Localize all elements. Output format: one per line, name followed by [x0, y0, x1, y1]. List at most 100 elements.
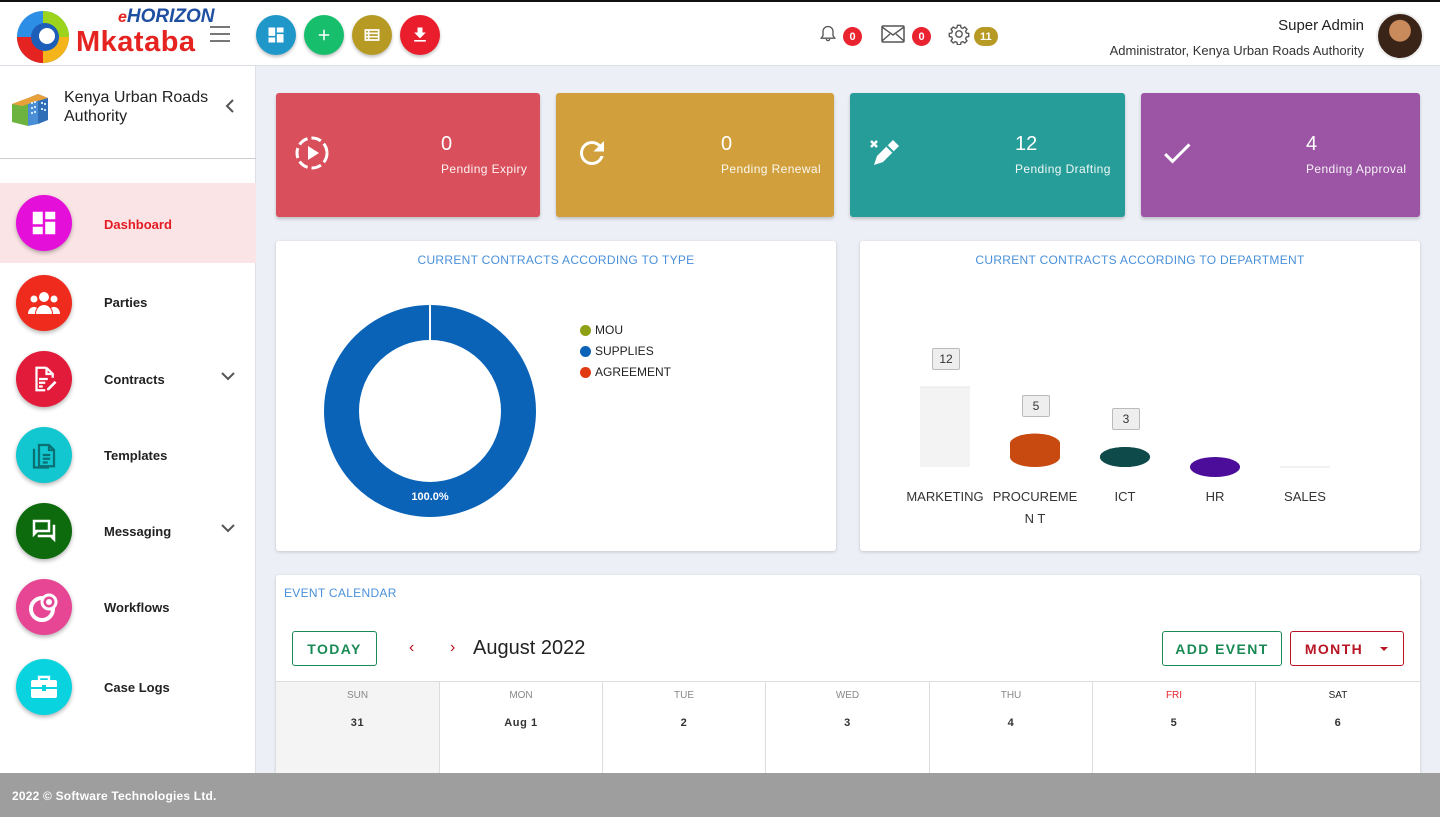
caret-down-icon	[1380, 646, 1389, 651]
stat-value: 12	[1015, 133, 1038, 155]
day-number: 5	[1170, 717, 1178, 729]
legend-item-agreement[interactable]: AGREEMENT	[580, 365, 671, 379]
sidebar-item-label: Messaging	[104, 524, 172, 539]
sidebar-item-label: Contracts	[104, 372, 165, 387]
menu-toggle-icon[interactable]	[210, 26, 230, 42]
bar-data-label: 5	[1022, 394, 1050, 417]
sidebar-item-dashboard[interactable]: Dashboard	[0, 183, 256, 263]
sidebar-item-templates[interactable]: Templates	[0, 416, 256, 494]
nav-icon-circle	[16, 275, 72, 331]
bar-data-label: 12	[932, 348, 960, 370]
chat-icon	[32, 519, 56, 543]
dashboard-icon	[32, 211, 56, 235]
contract-edit-icon	[35, 366, 57, 392]
user-name[interactable]: Super Admin	[1278, 17, 1364, 34]
month-view-label: MONTH	[1304, 640, 1364, 657]
month-view-select[interactable]: MONTH	[1290, 631, 1404, 666]
bell-icon[interactable]	[818, 23, 838, 45]
donut-slice-supplies[interactable]	[324, 305, 536, 517]
app-logo[interactable]: eHORIZON Mkataba	[14, 6, 215, 64]
category-label: MARKETING	[906, 489, 984, 504]
calendar-day-thu[interactable]: THU 4	[930, 682, 1093, 773]
bar-hr[interactable]	[1190, 457, 1240, 477]
notification-count-badge: 0	[843, 27, 862, 46]
user-avatar[interactable]	[1376, 12, 1424, 60]
calendar-day-wed[interactable]: WED 3	[766, 682, 930, 773]
legend-item-supplies[interactable]: SUPPLIES	[580, 344, 654, 358]
calendar-title: EVENT CALENDAR	[284, 586, 397, 600]
chevron-left-icon[interactable]	[224, 98, 236, 114]
logo-mark-icon	[17, 11, 69, 63]
chevron-down-icon[interactable]	[220, 523, 236, 533]
calendar-day-sat[interactable]: SAT 6	[1256, 682, 1420, 773]
sidebar-item-messaging[interactable]: Messaging	[0, 492, 256, 570]
stat-pending-drafting[interactable]: 12 Pending Drafting	[850, 93, 1125, 217]
list-icon	[364, 29, 380, 41]
user-role: Administrator, Kenya Urban Roads Authori…	[1109, 43, 1364, 58]
people-icon	[28, 292, 60, 314]
calendar-day-tue[interactable]: TUE 2	[603, 682, 766, 773]
bar-marketing[interactable]	[920, 387, 970, 467]
day-number: 2	[680, 717, 688, 729]
stat-value: 0	[721, 133, 733, 155]
sidebar-item-label: Templates	[104, 448, 168, 463]
legend-dot	[580, 366, 591, 378]
logo-brand-name: Mkataba	[76, 26, 196, 58]
nav-icon-circle	[16, 427, 72, 483]
category-label: ICT	[1114, 489, 1136, 504]
category-label: SALES	[1284, 489, 1326, 504]
mail-count-badge: 0	[912, 27, 931, 46]
sidebar-item-label: Workflows	[104, 600, 170, 615]
quick-dashboard-button[interactable]	[256, 15, 296, 55]
plus-icon	[318, 29, 330, 41]
day-name: MON	[509, 690, 533, 701]
bar-data-label: 3	[1112, 408, 1140, 430]
document-icon	[32, 443, 56, 469]
legend-label: SUPPLIES	[595, 344, 654, 358]
calendar-month-title: August 2022	[473, 637, 586, 659]
sidebar-item-contracts[interactable]: Contracts	[0, 340, 256, 418]
calendar-day-sun[interactable]: SUN 31	[276, 682, 440, 773]
bar-cap-ict	[1100, 447, 1150, 467]
nav-icon-circle	[16, 351, 72, 407]
sidebar-item-workflows[interactable]: Workflows	[0, 568, 256, 646]
sidebar: Kenya Urban Roads Authority Dashboard Pa…	[0, 66, 256, 773]
category-label: PROCUREMEN T	[992, 489, 1078, 526]
calendar-grid: SUN 31 MON Aug 1 TUE 2 WED 3 THU 4 FRI 5 SAT 6	[276, 681, 1420, 773]
check-icon	[1164, 143, 1191, 164]
day-name: TUE	[674, 690, 694, 701]
add-event-button[interactable]: ADD EVENT	[1162, 631, 1282, 666]
stat-label: Pending Approval	[1306, 162, 1407, 176]
chevron-down-icon[interactable]	[220, 371, 236, 381]
org-name: Kenya Urban Roads Authority	[64, 89, 209, 125]
day-number: Aug 1	[504, 717, 538, 729]
sidebar-item-label: Dashboard	[104, 217, 172, 232]
gear-icon[interactable]	[948, 23, 970, 45]
workflow-icon	[29, 593, 58, 622]
calendar-day-fri[interactable]: FRI 5	[1093, 682, 1256, 773]
day-number: 31	[350, 717, 365, 729]
chart-title: CURRENT CONTRACTS ACCORDING TO TYPE	[417, 253, 695, 267]
quick-list-button[interactable]	[352, 15, 392, 55]
stat-pending-approval[interactable]: 4 Pending Approval	[1141, 93, 1420, 217]
footer-copyright: 2022 © Software Technologies Ltd.	[12, 789, 217, 803]
calendar-day-mon[interactable]: MON Aug 1	[440, 682, 603, 773]
day-name: FRI	[1165, 690, 1183, 701]
next-month-button[interactable]: ›	[450, 639, 455, 657]
quick-add-button[interactable]	[304, 15, 344, 55]
footer: 2022 © Software Technologies Ltd.	[0, 773, 1440, 817]
sidebar-item-parties[interactable]: Parties	[0, 264, 256, 342]
stat-pending-expiry[interactable]: 0 Pending Expiry	[276, 93, 540, 217]
quick-download-button[interactable]	[400, 15, 440, 55]
stat-label: Pending Expiry	[441, 162, 528, 176]
mail-icon[interactable]	[881, 25, 905, 43]
day-number: 6	[1334, 717, 1342, 729]
today-button[interactable]: TODAY	[292, 631, 377, 666]
prev-month-button[interactable]: ‹	[409, 639, 414, 657]
contracts-by-type-panel: CURRENT CONTRACTS ACCORDING TO TYPE 100.…	[276, 241, 836, 551]
stat-value: 4	[1306, 133, 1318, 155]
stat-pending-renewal[interactable]: 0 Pending Renewal	[556, 93, 834, 217]
day-name: SAT	[1328, 690, 1348, 701]
sidebar-item-case-logs[interactable]: Case Logs	[0, 648, 256, 726]
legend-item-mou[interactable]: MOU	[580, 323, 623, 337]
